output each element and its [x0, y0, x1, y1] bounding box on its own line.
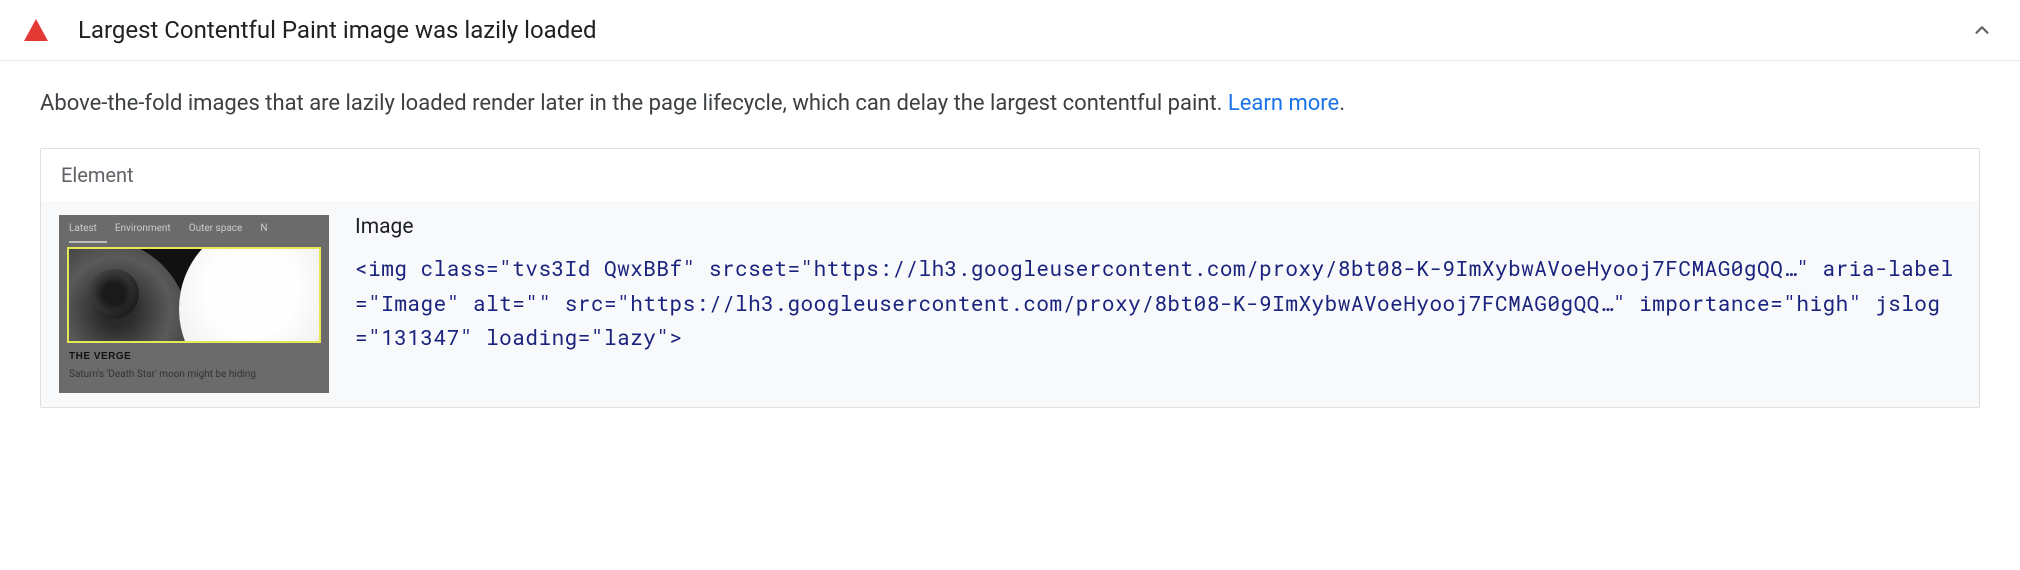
code-eq: = — [787, 254, 800, 282]
code-eq: = — [355, 289, 368, 317]
code-q: " — [617, 289, 630, 317]
code-eq: = — [512, 289, 525, 317]
element-thumbnail: Latest Environment Outer space N THE VER… — [59, 215, 329, 393]
audit-description: Above-the-fold images that are lazily lo… — [40, 87, 1980, 120]
thumb-tab: Outer space — [189, 223, 243, 234]
code-q: " — [801, 254, 814, 282]
code-eq: = — [604, 289, 617, 317]
code-sp — [407, 254, 420, 282]
code-eq: = — [1770, 289, 1783, 317]
code-sp — [1862, 289, 1875, 317]
chevron-up-icon[interactable] — [1968, 16, 1996, 44]
element-table: Element Latest Environment Outer space N… — [40, 148, 1980, 408]
code-sp — [552, 289, 565, 317]
code-sp — [1809, 254, 1822, 282]
thumb-caption: Saturn's 'Death Star' moon might be hidi… — [69, 369, 256, 380]
code-eq: = — [578, 323, 591, 351]
code-q: " — [591, 323, 604, 351]
code-cq: " — [447, 289, 460, 317]
code-sp — [473, 323, 486, 351]
code-attr-value: https://lh3.googleusercontent.com/proxy/… — [630, 289, 1613, 317]
code-attr-name: loading — [486, 323, 578, 351]
audit-description-period: . — [1339, 91, 1345, 116]
audit-description-text: Above-the-fold images that are lazily lo… — [40, 91, 1228, 116]
code-cq: " — [1796, 254, 1809, 282]
element-snippet: <img class="tvs3Id QwxBBf" srcset="https… — [355, 251, 1961, 355]
learn-more-link[interactable]: Learn more — [1228, 91, 1339, 116]
thumb-tab: Latest — [69, 223, 97, 234]
thumb-tab: Environment — [115, 223, 171, 234]
moon-image-left — [67, 247, 189, 343]
code-cq: " — [683, 254, 696, 282]
code-attr-value: https://lh3.googleusercontent.com/proxy/… — [814, 254, 1797, 282]
element-details: Image <img class="tvs3Id QwxBBf" srcset=… — [355, 215, 1961, 355]
thumb-brand: THE VERGE — [69, 351, 131, 362]
code-eq: = — [486, 254, 499, 282]
code-sp — [1626, 289, 1639, 317]
code-attr-name: jslog — [1875, 289, 1941, 317]
code-attr-name: class — [421, 254, 487, 282]
code-attr-name: srcset — [709, 254, 788, 282]
code-attr-name: alt — [473, 289, 512, 317]
code-attr-value: high — [1796, 289, 1848, 317]
moon-image-right — [179, 247, 321, 343]
code-q: " — [368, 289, 381, 317]
code-sp — [696, 254, 709, 282]
code-eq: = — [355, 323, 368, 351]
code-open: < — [355, 254, 368, 282]
code-cq: " — [538, 289, 551, 317]
fail-triangle-icon — [24, 19, 48, 41]
element-table-header: Element — [41, 149, 1979, 201]
code-sp — [460, 289, 473, 317]
thumb-tabs: Latest Environment Outer space N — [59, 215, 329, 242]
code-q: " — [525, 289, 538, 317]
code-attr-name: src — [565, 289, 604, 317]
code-attr-value: 131347 — [381, 323, 460, 351]
code-q: " — [499, 254, 512, 282]
thumb-tab: N — [260, 223, 267, 234]
element-name: Image — [355, 215, 1961, 239]
table-row: Latest Environment Outer space N THE VER… — [41, 201, 1979, 407]
code-q: " — [368, 323, 381, 351]
code-attr-name: aria-label — [1823, 254, 1954, 282]
code-cq: " — [656, 323, 669, 351]
code-tag: img — [368, 254, 407, 282]
code-q: " — [1783, 289, 1796, 317]
code-attr-name: importance — [1639, 289, 1770, 317]
code-cq: " — [460, 323, 473, 351]
thumb-highlight-box — [67, 247, 321, 343]
code-attr-value: tvs3Id QwxBBf — [512, 254, 682, 282]
audit-body: Above-the-fold images that are lazily lo… — [0, 61, 2020, 438]
code-attr-value: Image — [381, 289, 447, 317]
audit-header[interactable]: Largest Contentful Paint image was lazil… — [0, 0, 2020, 61]
code-cq: " — [1613, 289, 1626, 317]
thumb-tab-underline — [69, 241, 107, 243]
code-attr-value: lazy — [604, 323, 656, 351]
code-close: > — [670, 323, 683, 351]
audit-title: Largest Contentful Paint image was lazil… — [78, 16, 1968, 44]
code-cq: " — [1849, 289, 1862, 317]
